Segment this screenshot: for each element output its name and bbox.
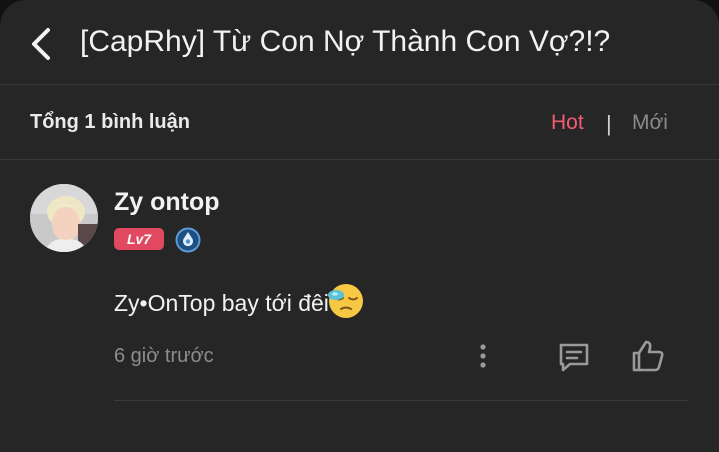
comment-divider [114,400,688,401]
comment-count: Tổng 1 bình luận [30,111,190,133]
thumbs-up-icon [632,340,664,372]
header-divider [0,84,719,85]
reply-comment-icon [559,343,589,372]
sort-separator: | [606,111,612,136]
comment-username[interactable]: Zy ontop [114,188,220,217]
comment-time: 6 giờ trước [114,345,214,367]
rank-drop-badge-icon [175,227,201,253]
reply-button[interactable] [556,340,592,374]
comment-text-row: Zy•OnTop bay tới đêi [114,284,365,324]
page-title: [CapRhy] Từ Con Nợ Thành Con Vợ?!? [80,25,611,58]
like-button[interactable] [630,338,666,374]
sleepy-face-emoji [327,284,363,318]
avatar-image [30,184,98,252]
more-options-button[interactable] [474,342,492,372]
more-vertical-icon [480,344,486,368]
comments-panel: [CapRhy] Từ Con Nợ Thành Con Vợ?!? Tổng … [0,0,719,452]
section-divider [0,159,719,160]
avatar[interactable] [30,184,98,252]
sort-new-tab[interactable]: Mới [632,111,668,135]
header: [CapRhy] Từ Con Nợ Thành Con Vợ?!? [0,0,719,84]
sort-hot-tab[interactable]: Hot [551,111,584,135]
level-badge: Lv7 [114,228,164,250]
chevron-left-icon [32,28,50,60]
comment-text: Zy•OnTop bay tới đêi [114,290,329,317]
back-button[interactable] [26,24,60,64]
